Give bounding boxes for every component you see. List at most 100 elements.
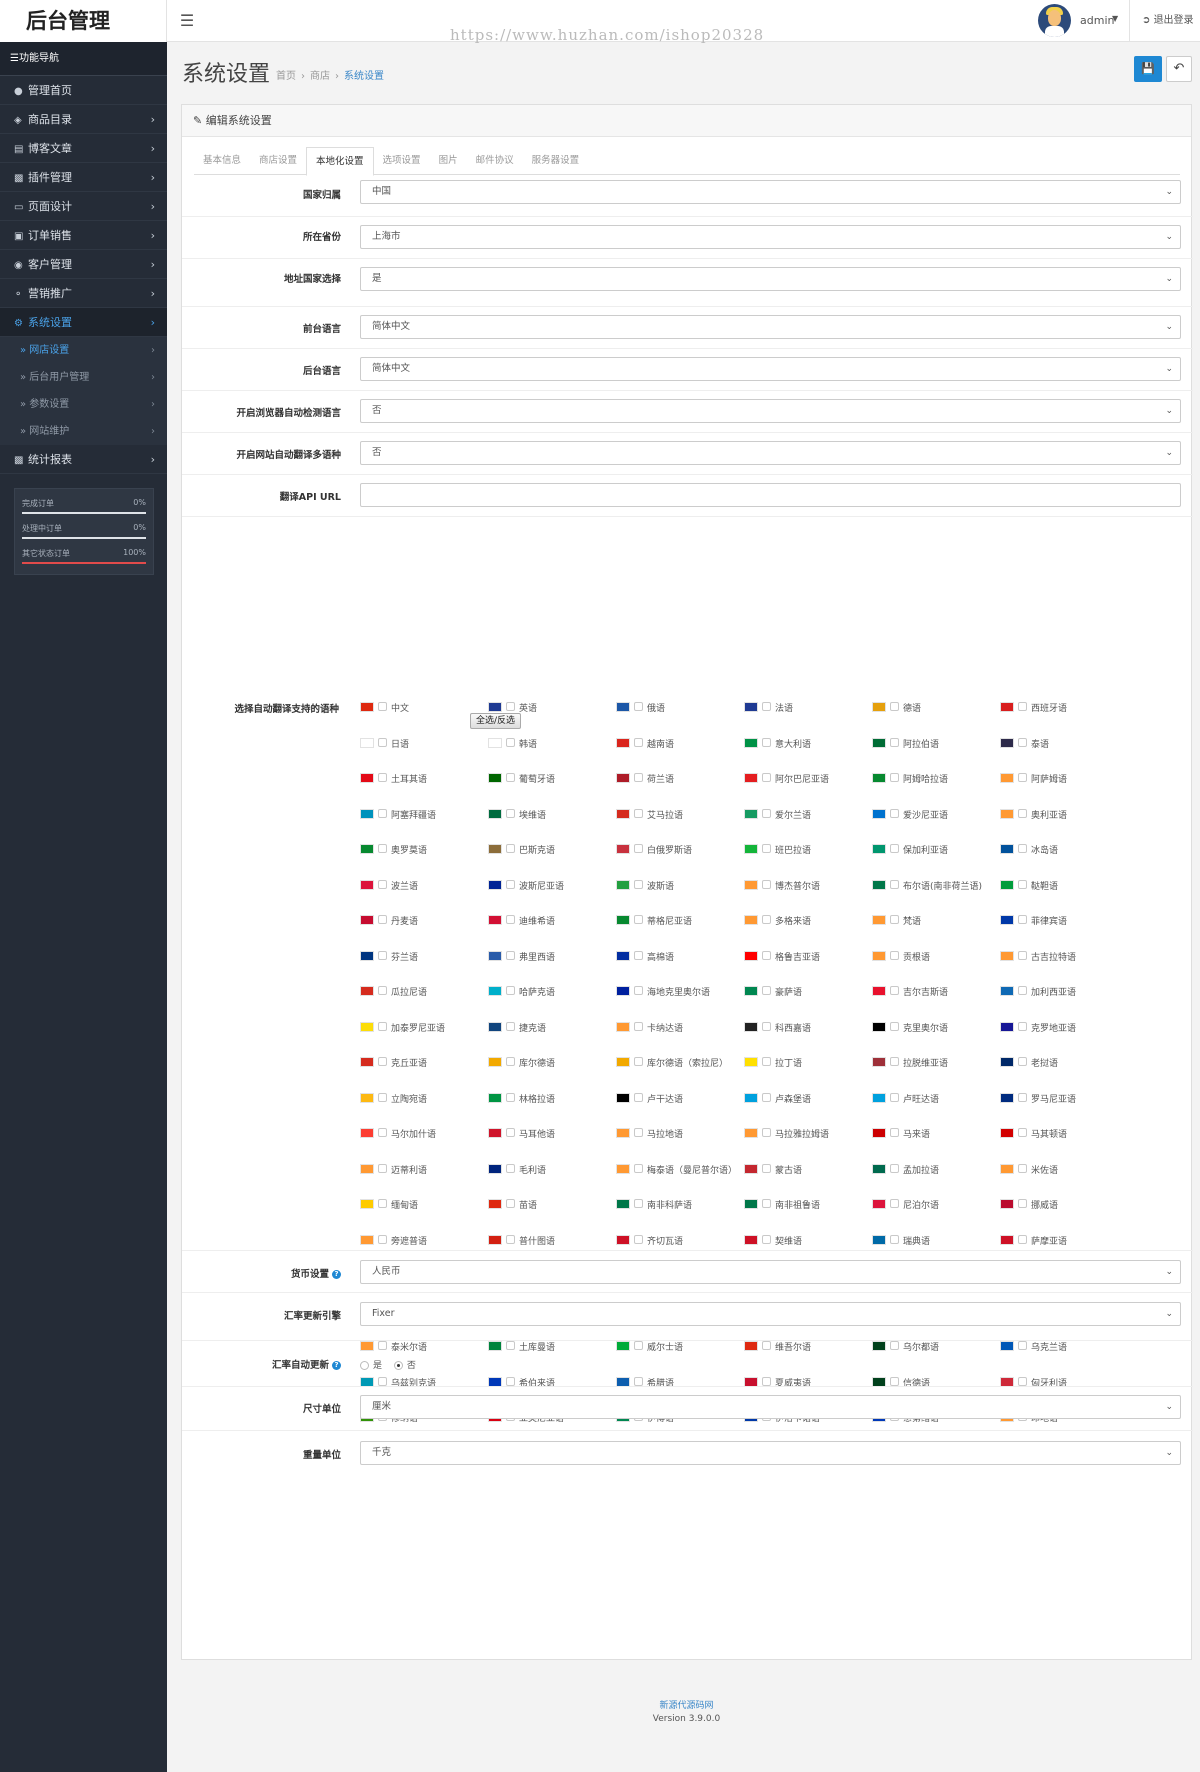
language-checkbox[interactable] xyxy=(1018,1234,1027,1244)
rate-auto-yes[interactable]: 是 xyxy=(360,1358,382,1371)
language-option[interactable]: 哈萨克语 xyxy=(488,983,616,999)
language-checkbox[interactable] xyxy=(634,986,643,995)
language-checkbox[interactable] xyxy=(506,950,515,960)
language-option[interactable]: 德语 xyxy=(872,699,1000,715)
logout-button[interactable]: ➲ 退出登录 xyxy=(1129,0,1200,42)
language-option[interactable]: 爱尔兰语 xyxy=(744,806,872,822)
browser-detect-select[interactable]: 否 ⌄ xyxy=(360,399,1181,423)
language-option[interactable]: 韩语 xyxy=(488,735,616,751)
language-checkbox[interactable] xyxy=(762,844,771,853)
save-button[interactable]: 💾 xyxy=(1134,56,1162,82)
language-option[interactable]: 冰岛语 xyxy=(1000,841,1128,857)
language-checkbox[interactable] xyxy=(378,1199,387,1208)
rate-auto-no[interactable]: 否 xyxy=(393,1358,416,1371)
tab[interactable]: 本地化设置 xyxy=(306,147,374,176)
language-checkbox[interactable] xyxy=(506,1128,515,1137)
language-option[interactable]: 丹麦语 xyxy=(360,912,488,928)
help-icon[interactable]: ? xyxy=(332,1270,341,1279)
language-checkbox[interactable] xyxy=(762,1057,771,1066)
language-option[interactable]: 吉尔吉斯语 xyxy=(872,983,1000,999)
language-option[interactable]: 葡萄牙语 xyxy=(488,770,616,786)
language-checkbox[interactable] xyxy=(378,737,387,747)
language-option[interactable]: 旁遮普语 xyxy=(360,1232,488,1248)
language-checkbox[interactable] xyxy=(378,702,387,711)
currency-select[interactable]: 人民币 ⌄ xyxy=(360,1260,1181,1284)
language-option[interactable]: 库尔德语 xyxy=(488,1054,616,1070)
language-option[interactable]: 苗语 xyxy=(488,1196,616,1212)
language-option[interactable]: 马拉地语 xyxy=(616,1125,744,1141)
language-checkbox[interactable] xyxy=(378,773,387,782)
sidebar-item[interactable]: ▩ 插件管理 › xyxy=(0,163,167,192)
language-checkbox[interactable] xyxy=(890,702,899,711)
language-option[interactable]: 契维语 xyxy=(744,1232,872,1248)
language-option[interactable]: 加泰罗尼亚语 xyxy=(360,1019,488,1035)
language-option[interactable]: 埃维语 xyxy=(488,806,616,822)
language-checkbox[interactable] xyxy=(890,1234,899,1244)
length-unit-select[interactable]: 厘米 ⌄ xyxy=(360,1395,1181,1419)
language-checkbox[interactable] xyxy=(1018,986,1027,995)
language-checkbox[interactable] xyxy=(378,844,387,853)
language-checkbox[interactable] xyxy=(1018,773,1027,782)
language-checkbox[interactable] xyxy=(1018,737,1027,747)
tab[interactable]: 基本信息 xyxy=(194,147,250,175)
country-select[interactable]: 中国 ⌄ xyxy=(360,180,1181,204)
language-checkbox[interactable] xyxy=(762,1021,771,1031)
language-option[interactable]: 罗马尼亚语 xyxy=(1000,1090,1128,1106)
language-option[interactable]: 海地克里奥尔语 xyxy=(616,983,744,999)
language-option[interactable]: 高棉语 xyxy=(616,948,744,964)
language-checkbox[interactable] xyxy=(890,1092,899,1102)
language-checkbox[interactable] xyxy=(890,737,899,747)
radio-no[interactable] xyxy=(393,1361,403,1370)
sidebar-item[interactable]: ◉ 客户管理 › xyxy=(0,250,167,279)
language-checkbox[interactable] xyxy=(890,1057,899,1066)
language-checkbox[interactable] xyxy=(506,737,515,747)
sidebar-subitem[interactable]: » 后台用户管理 › xyxy=(0,364,167,391)
language-option[interactable]: 俄语 xyxy=(616,699,744,715)
language-checkbox[interactable] xyxy=(506,702,515,711)
language-checkbox[interactable] xyxy=(762,702,771,711)
language-checkbox[interactable] xyxy=(506,773,515,782)
language-option[interactable]: 挪威语 xyxy=(1000,1196,1128,1212)
api-url-input[interactable] xyxy=(360,483,1181,507)
language-option[interactable]: 克里奥尔语 xyxy=(872,1019,1000,1035)
language-option[interactable]: 爱沙尼亚语 xyxy=(872,806,1000,822)
admin-lang-select[interactable]: 简体中文 ⌄ xyxy=(360,357,1181,381)
language-option[interactable]: 捷克语 xyxy=(488,1019,616,1035)
language-option[interactable]: 格鲁吉亚语 xyxy=(744,948,872,964)
language-checkbox[interactable] xyxy=(890,879,899,889)
language-checkbox[interactable] xyxy=(634,1128,643,1137)
language-option[interactable]: 尼泊尔语 xyxy=(872,1196,1000,1212)
language-option[interactable]: 古吉拉特语 xyxy=(1000,948,1128,964)
language-checkbox[interactable] xyxy=(762,986,771,995)
language-option[interactable]: 齐切瓦语 xyxy=(616,1232,744,1248)
language-checkbox[interactable] xyxy=(890,844,899,853)
language-checkbox[interactable] xyxy=(634,773,643,782)
language-option[interactable]: 瓜拉尼语 xyxy=(360,983,488,999)
language-option[interactable]: 阿姆哈拉语 xyxy=(872,770,1000,786)
language-checkbox[interactable] xyxy=(634,915,643,924)
language-option[interactable]: 白俄罗斯语 xyxy=(616,841,744,857)
language-checkbox[interactable] xyxy=(890,1163,899,1173)
language-checkbox[interactable] xyxy=(762,950,771,960)
language-checkbox[interactable] xyxy=(1018,1128,1027,1137)
language-checkbox[interactable] xyxy=(378,1163,387,1173)
language-option[interactable]: 中文 xyxy=(360,699,488,715)
language-option[interactable]: 日语 xyxy=(360,735,488,751)
language-checkbox[interactable] xyxy=(762,1163,771,1173)
language-option[interactable]: 芬兰语 xyxy=(360,948,488,964)
language-checkbox[interactable] xyxy=(378,1128,387,1137)
address-country-select[interactable]: 是 ⌄ xyxy=(360,267,1181,291)
language-option[interactable]: 土耳其语 xyxy=(360,770,488,786)
language-checkbox[interactable] xyxy=(634,1163,643,1173)
sidebar-subitem[interactable]: » 参数设置 › xyxy=(0,391,167,418)
language-option[interactable]: 卡纳达语 xyxy=(616,1019,744,1035)
language-checkbox[interactable] xyxy=(1018,950,1027,960)
language-checkbox[interactable] xyxy=(634,879,643,889)
language-checkbox[interactable] xyxy=(506,1163,515,1173)
toggle-all-button[interactable]: 全选/反选 xyxy=(470,713,522,729)
language-option[interactable]: 孟加拉语 xyxy=(872,1161,1000,1177)
tab[interactable]: 服务器设置 xyxy=(523,147,589,175)
tab[interactable]: 邮件协议 xyxy=(467,147,523,175)
language-checkbox[interactable] xyxy=(378,879,387,889)
language-checkbox[interactable] xyxy=(634,1234,643,1244)
